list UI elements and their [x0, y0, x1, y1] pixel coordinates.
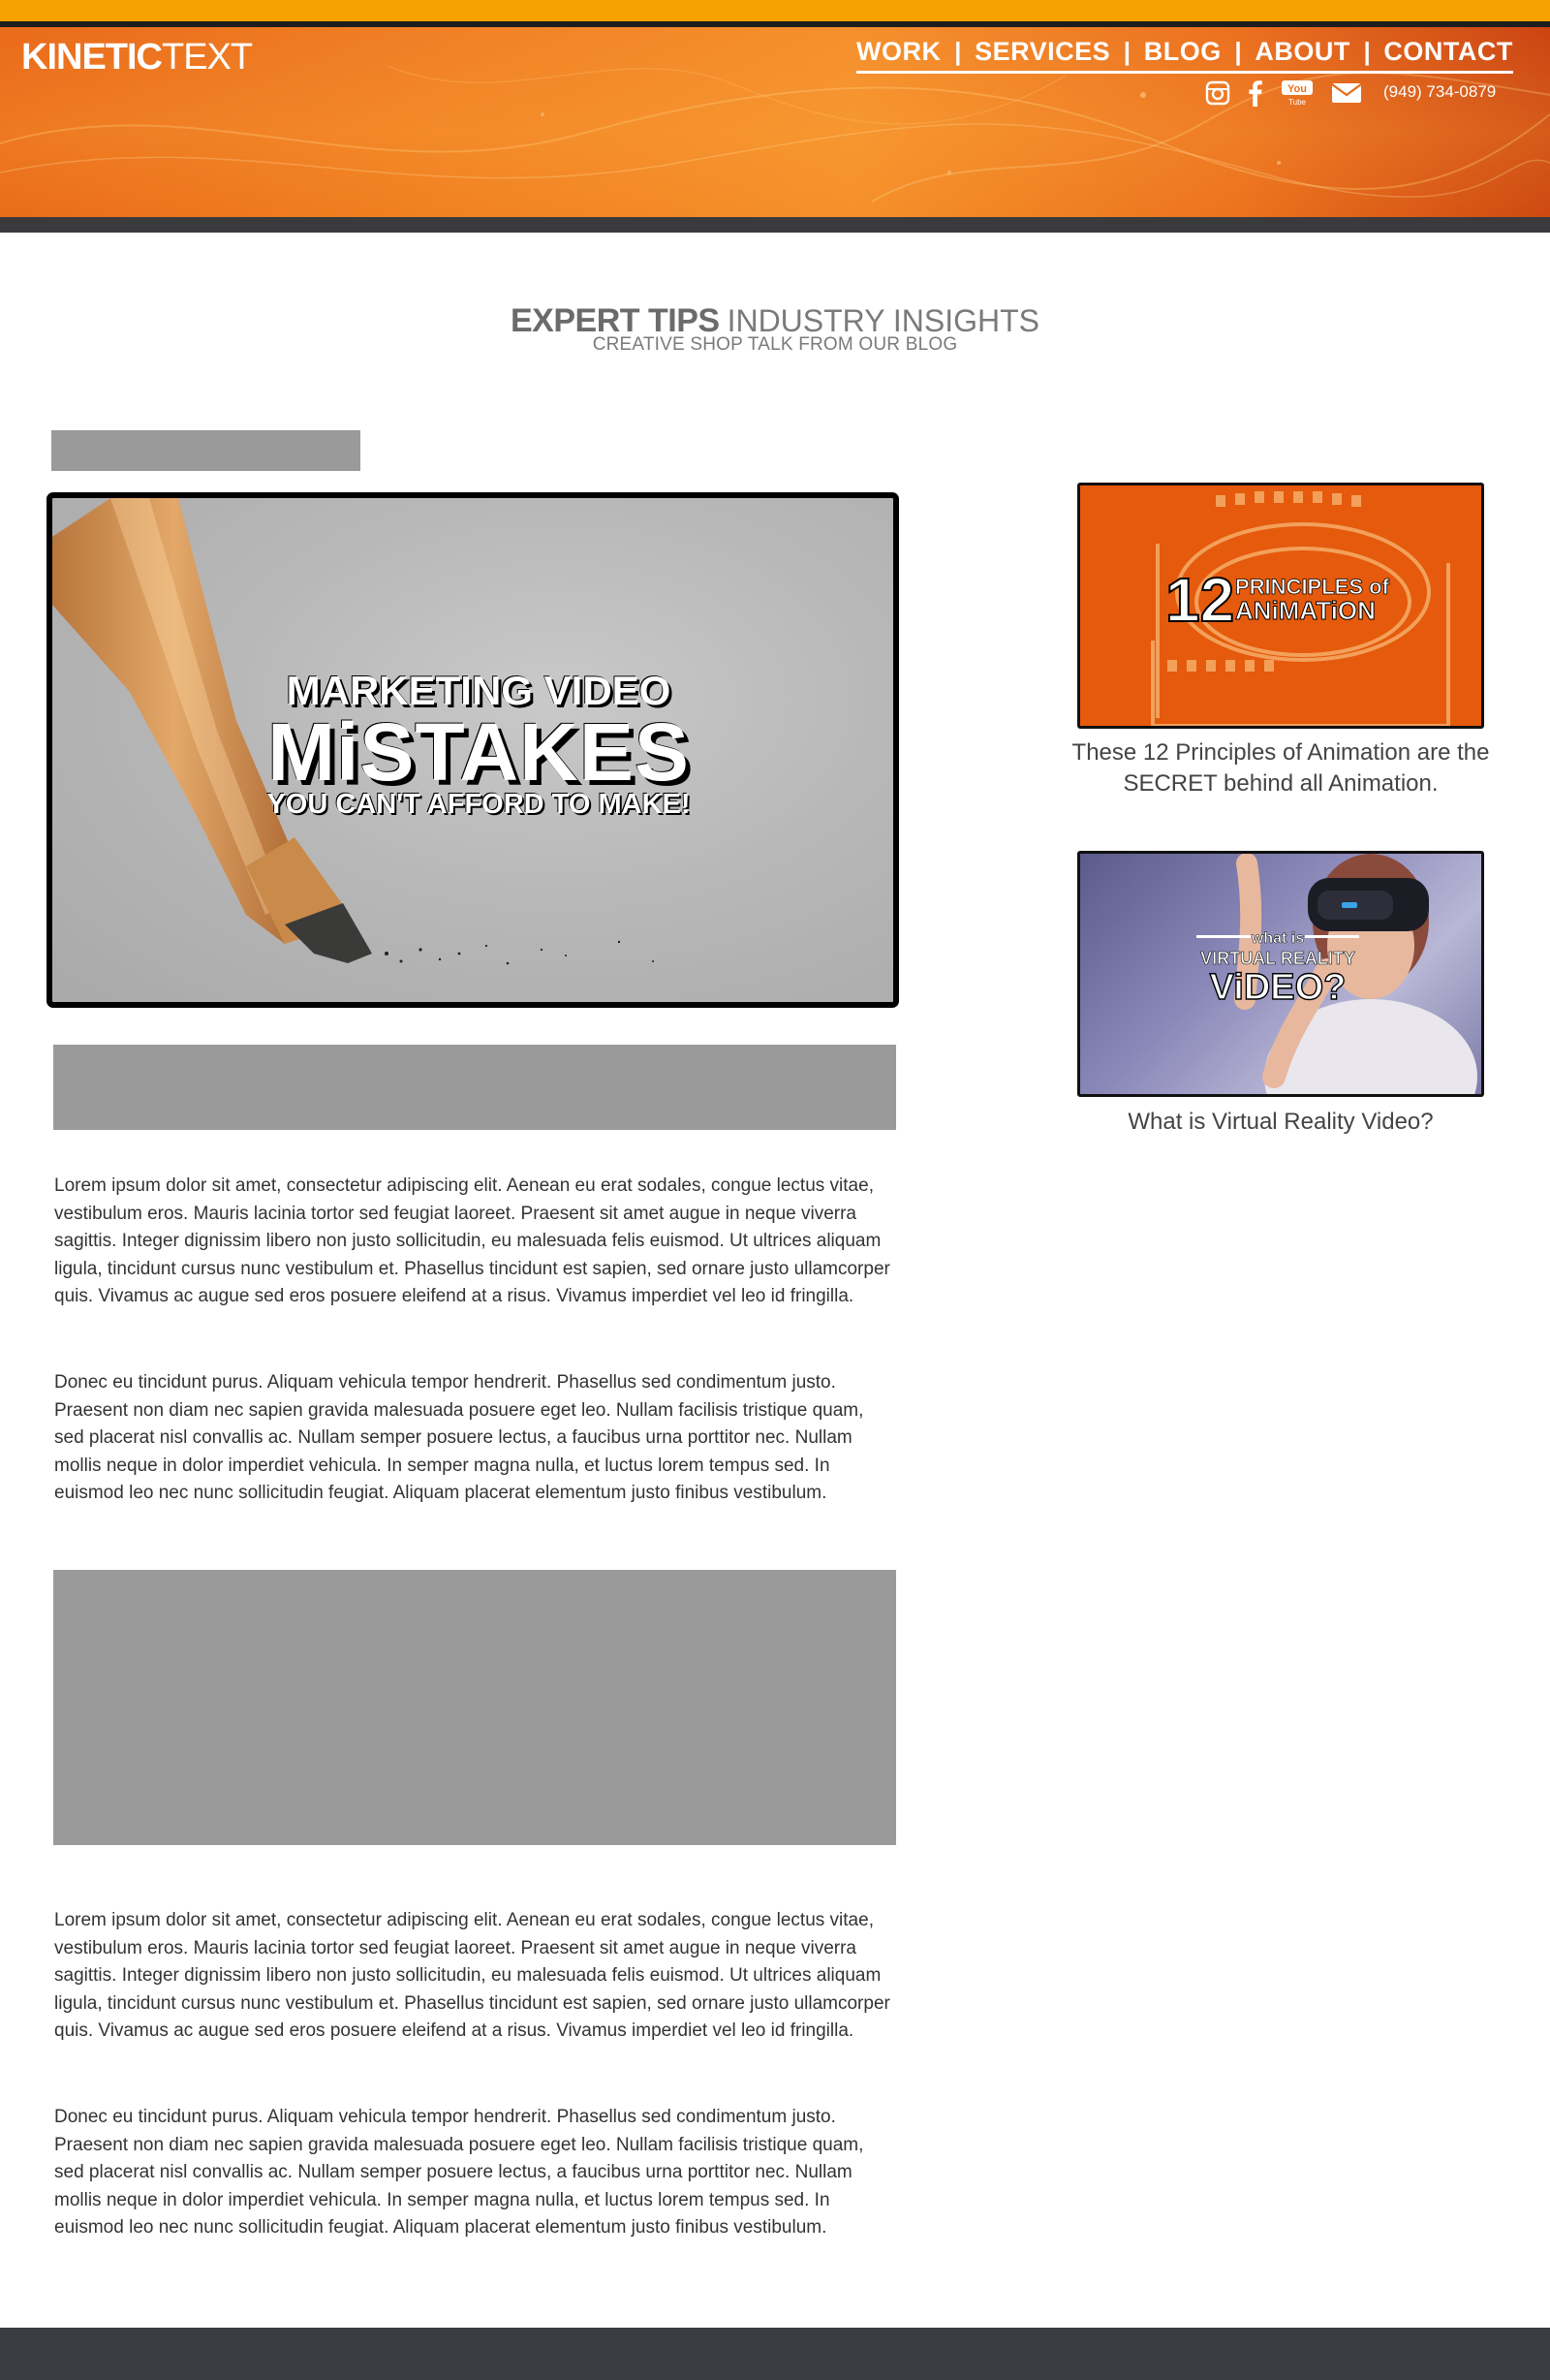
- site-logo[interactable]: KINETICTEXT: [21, 37, 253, 78]
- film-reel-illustration: 12 PRINCIPLES of ANiMATiON: [1151, 491, 1450, 726]
- social-links: You Tube: [1205, 79, 1380, 107]
- card1-title-bottom: ANiMATiON: [1235, 596, 1376, 625]
- article-paragraph-3: Lorem ipsum dolor sit amet, consectetur …: [54, 1910, 890, 2042]
- phone-number[interactable]: (949) 734-0879: [1383, 82, 1496, 102]
- youtube-icon[interactable]: You Tube: [1281, 79, 1314, 107]
- nav-separator: |: [1123, 37, 1132, 66]
- nav-separator: |: [1234, 37, 1242, 66]
- article-paragraph-2: Donec eu tincidunt purus. Aliquam vehicu…: [54, 1372, 864, 1504]
- mail-icon[interactable]: [1331, 81, 1362, 105]
- logo-bold-text: KINETIC: [21, 37, 163, 78]
- card2-title-top: what is: [1251, 930, 1304, 947]
- nav-blog[interactable]: BLOG: [1144, 37, 1222, 67]
- nav-underline: [856, 71, 1513, 74]
- instagram-icon[interactable]: [1205, 80, 1230, 106]
- hero-title-line3: YOU CAN'T AFFORD TO MAKE!: [266, 789, 691, 820]
- nav-contact[interactable]: CONTACT: [1383, 37, 1512, 67]
- sidebar-post-vr-caption[interactable]: What is Virtual Reality Video?: [1038, 1107, 1523, 1138]
- sidebar-post-vr-thumbnail[interactable]: what is VIRTUAL REALITY ViDEO?: [1077, 851, 1484, 1097]
- card2-title-bottom: ViDEO?: [1210, 967, 1347, 1008]
- nav-separator: |: [954, 37, 962, 66]
- youtube-label-bottom: Tube: [1288, 98, 1306, 107]
- post-title-placeholder: [53, 1045, 896, 1130]
- facebook-icon[interactable]: [1248, 79, 1263, 107]
- card1-number: 12: [1165, 565, 1234, 635]
- section-title-light: INDUSTRY INSIGHTS: [727, 303, 1039, 338]
- hero-title-line2: MiSTAKES: [267, 706, 690, 798]
- post-category-placeholder: [51, 430, 360, 471]
- youtube-label-top: You: [1287, 83, 1307, 95]
- article-paragraph-4: Donec eu tincidunt purus. Aliquam vehicu…: [54, 2107, 864, 2239]
- logo-light-text: TEXT: [162, 37, 253, 78]
- article-paragraph-1: Lorem ipsum dolor sit amet, consectetur …: [54, 1175, 890, 1307]
- header-bottom-bar: [0, 217, 1550, 233]
- nav-about[interactable]: ABOUT: [1255, 37, 1350, 67]
- section-subtitle: CREATIVE SHOP TALK FROM OUR BLOG: [592, 334, 958, 355]
- main-nav: WORK | SERVICES | BLOG | ABOUT | CONTACT: [856, 37, 1513, 67]
- nav-work[interactable]: WORK: [856, 37, 941, 67]
- featured-post-image[interactable]: MARKETING VIDEO MiSTAKES YOU CAN'T AFFOR…: [46, 492, 899, 1008]
- card2-title-middle: VIRTUAL REALITY: [1200, 949, 1355, 968]
- sidebar-post-animation-thumbnail[interactable]: 12 PRINCIPLES of ANiMATiON: [1077, 483, 1484, 729]
- article-image-placeholder: [53, 1570, 896, 1845]
- sidebar-post-animation-caption[interactable]: These 12 Principles of Animation are the…: [1038, 737, 1523, 799]
- nav-services[interactable]: SERVICES: [975, 37, 1110, 67]
- top-accent-bar: [0, 0, 1550, 21]
- nav-separator: |: [1363, 37, 1371, 66]
- vr-headset-illustration: what is VIRTUAL REALITY ViDEO?: [1196, 854, 1477, 1094]
- site-footer: [0, 2328, 1550, 2380]
